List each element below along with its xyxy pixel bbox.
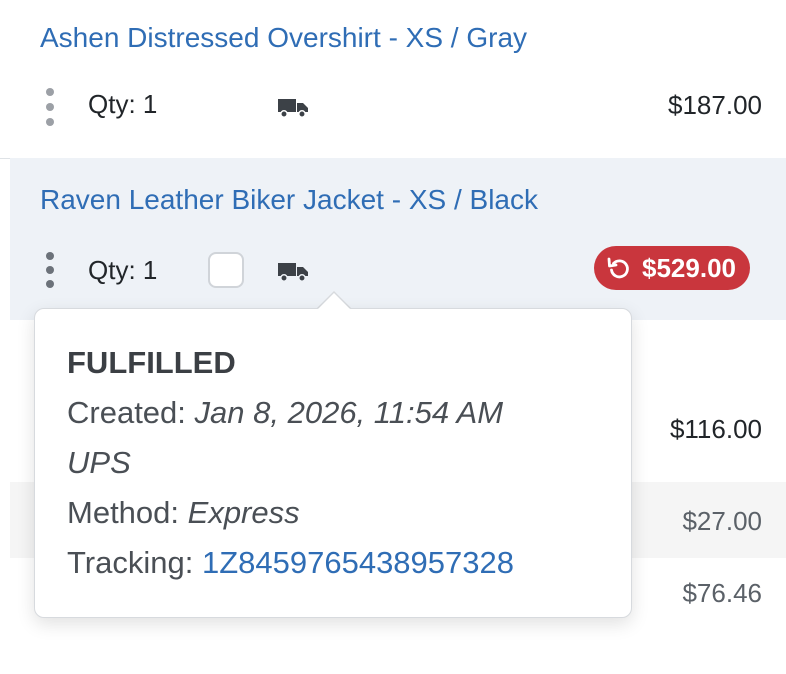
created-line: Created: Jan 8, 2026, 11:54 AM xyxy=(67,395,503,431)
refunded-price: $529.00 xyxy=(642,252,736,283)
truck-icon[interactable] xyxy=(277,97,309,119)
line-item-row: Ashen Distressed Overshirt - XS / Gray Q… xyxy=(0,0,786,159)
created-label: Created: xyxy=(67,395,186,430)
line-price: $187.00 xyxy=(668,90,762,120)
refund-icon xyxy=(607,257,629,279)
fulfillment-popover: FULFILLED Created: Jan 8, 2026, 11:54 AM… xyxy=(34,308,632,618)
quantity-label: Qty: 1 xyxy=(88,255,158,285)
refund-price-badge[interactable]: $529.00 xyxy=(594,246,750,290)
tracking-line: Tracking: 1Z8459765438957328 xyxy=(67,545,514,581)
line-item-row-selected: Raven Leather Biker Jacket - XS / Black … xyxy=(10,158,786,321)
product-link[interactable]: Raven Leather Biker Jacket - XS / Black xyxy=(40,184,538,216)
summary-amount: $27.00 xyxy=(682,506,762,536)
truck-icon[interactable] xyxy=(277,261,309,283)
fulfillment-status: FULFILLED xyxy=(67,345,236,380)
method-line: Method: Express xyxy=(67,495,300,531)
created-value: Jan 8, 2026, 11:54 AM xyxy=(194,395,504,430)
kebab-menu-icon[interactable] xyxy=(45,252,55,292)
kebab-menu-icon[interactable] xyxy=(45,88,55,128)
summary-amount: $76.46 xyxy=(682,578,762,608)
tracking-number-link[interactable]: 1Z8459765438957328 xyxy=(202,545,514,580)
line-price: $116.00 xyxy=(669,414,762,444)
quantity-label: Qty: 1 xyxy=(88,89,158,119)
item-checkbox[interactable] xyxy=(208,252,244,288)
method-value: Express xyxy=(187,495,300,530)
method-label: Method: xyxy=(67,495,180,530)
tracking-label: Tracking: xyxy=(67,545,194,580)
carrier-name: UPS xyxy=(67,445,131,480)
product-link[interactable]: Ashen Distressed Overshirt - XS / Gray xyxy=(40,22,527,54)
popover-arrow-fill xyxy=(317,293,351,310)
